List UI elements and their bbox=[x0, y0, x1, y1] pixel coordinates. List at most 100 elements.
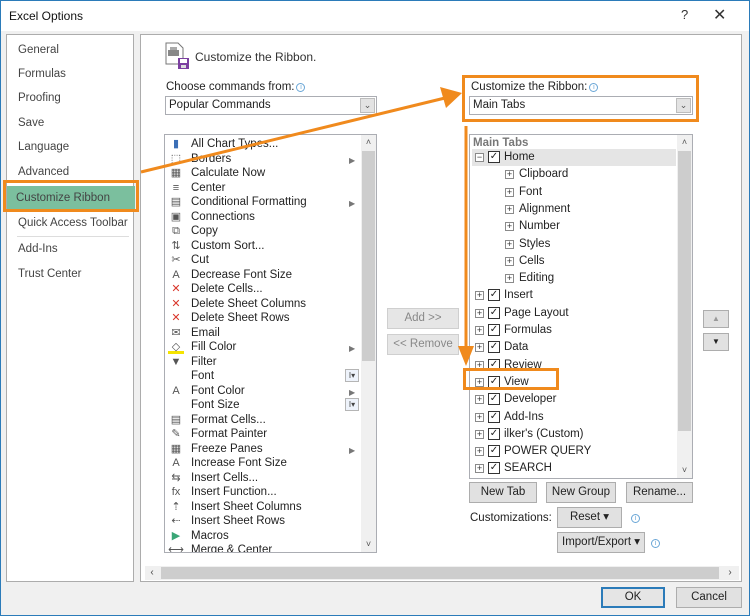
chevron-down-icon[interactable]: ⌄ bbox=[676, 98, 691, 113]
sidebar-item-quick-access-toolbar[interactable]: Quick Access Toolbar bbox=[7, 211, 133, 235]
new-group-button[interactable]: New Group bbox=[546, 482, 616, 503]
ribbon-tabs-tree[interactable]: Main Tabs − ✓ Home + Clipboard + Font + Alignmen… bbox=[469, 134, 693, 479]
tree-tab-item[interactable]: + ✓ SEARCH bbox=[472, 460, 676, 477]
sidebar-item-formulas[interactable]: Formulas bbox=[7, 62, 133, 86]
command-item[interactable]: ▦ Calculate Now bbox=[167, 166, 353, 181]
command-item[interactable]: ▤ Conditional Formatting ▶ bbox=[167, 195, 355, 210]
sidebar-item-trust-center[interactable]: Trust Center bbox=[7, 262, 133, 286]
tab-checkbox[interactable]: ✓ bbox=[488, 289, 500, 302]
sidebar-item-advanced[interactable]: Advanced bbox=[7, 160, 133, 184]
import-export-button[interactable]: Import/Export ▾ bbox=[557, 532, 645, 553]
expand-icon[interactable]: + bbox=[475, 464, 484, 474]
command-item[interactable]: ▶ Macros bbox=[167, 529, 353, 544]
sidebar-item-add-ins[interactable]: Add-Ins bbox=[7, 237, 133, 261]
scroll-up-icon[interactable]: ˄ bbox=[361, 135, 376, 150]
tab-checkbox[interactable]: ✓ bbox=[488, 445, 500, 458]
tab-checkbox[interactable]: ✓ bbox=[488, 306, 500, 319]
move-down-button[interactable]: ▼ bbox=[703, 333, 729, 351]
command-item[interactable]: ▦ Freeze Panes ▶ bbox=[167, 442, 355, 457]
command-item[interactable]: ✕ Delete Sheet Rows bbox=[167, 311, 353, 326]
tree-tab-item[interactable]: + ✓ Insert bbox=[472, 287, 676, 304]
help-button[interactable]: ? bbox=[681, 7, 688, 22]
command-item[interactable]: fx Insert Function... bbox=[167, 485, 353, 500]
tree-group-item[interactable]: + Number bbox=[472, 218, 676, 235]
choose-commands-dropdown[interactable]: Popular Commands ⌄ bbox=[165, 96, 377, 115]
tab-checkbox[interactable]: ✓ bbox=[488, 151, 500, 163]
command-item[interactable]: ▼ Filter bbox=[167, 355, 353, 370]
tab-checkbox[interactable]: ✓ bbox=[488, 410, 500, 423]
expand-icon[interactable]: + bbox=[475, 412, 484, 422]
expand-icon[interactable]: + bbox=[505, 239, 514, 249]
expand-icon[interactable]: + bbox=[505, 187, 514, 197]
command-item[interactable]: ◇ Fill Color ▶ bbox=[167, 340, 355, 355]
tree-group-item[interactable]: + Styles bbox=[472, 236, 676, 253]
command-item[interactable]: ✕ Delete Sheet Columns bbox=[167, 297, 353, 312]
command-item[interactable]: Font I▾ bbox=[167, 369, 359, 384]
tab-checkbox[interactable]: ✓ bbox=[488, 393, 500, 406]
scroll-down-icon[interactable]: ˅ bbox=[361, 537, 376, 552]
tree-tab-item[interactable]: + ✓ Formulas bbox=[472, 322, 676, 339]
commands-list[interactable]: ▮ All Chart Types... ⬚ Borders ▶ ▦ Calculate N… bbox=[164, 134, 377, 553]
sidebar-item-language[interactable]: Language bbox=[7, 135, 133, 159]
command-item[interactable]: A Font Color ▶ bbox=[167, 384, 355, 399]
tree-group-item[interactable]: + Editing bbox=[472, 270, 676, 287]
tree-tab-item[interactable]: + ✓ Add-Ins bbox=[472, 409, 676, 426]
scroll-right-icon[interactable]: › bbox=[723, 566, 737, 580]
add-button[interactable]: Add >> bbox=[387, 308, 459, 329]
command-item[interactable]: Font Size I▾ bbox=[167, 398, 359, 413]
scroll-down-icon[interactable]: ˅ bbox=[677, 463, 692, 478]
scroll-up-icon[interactable]: ˄ bbox=[677, 135, 692, 150]
tree-tab-item[interactable]: + ✓ Data bbox=[472, 339, 676, 356]
command-item[interactable]: ▤ Format Cells... bbox=[167, 413, 353, 428]
expand-icon[interactable]: + bbox=[475, 291, 484, 301]
command-item[interactable]: ▮ All Chart Types... bbox=[167, 137, 353, 152]
expand-icon[interactable]: + bbox=[475, 377, 484, 387]
sidebar-item-proofing[interactable]: Proofing bbox=[7, 86, 133, 110]
collapse-icon[interactable]: − bbox=[475, 153, 484, 162]
tree-tab-item[interactable]: +✓POWERPIVOT bbox=[472, 478, 676, 479]
command-item[interactable]: ⇠ Insert Sheet Rows bbox=[167, 514, 353, 529]
tree-scrollbar[interactable]: ˄ ˅ bbox=[677, 135, 692, 478]
scroll-thumb[interactable] bbox=[161, 567, 719, 579]
tab-checkbox[interactable]: ✓ bbox=[488, 375, 500, 388]
commands-scrollbar[interactable]: ˄ ˅ bbox=[361, 135, 376, 552]
tree-tab-item[interactable]: + ✓ POWER QUERY bbox=[472, 443, 676, 460]
remove-button[interactable]: << Remove bbox=[387, 334, 459, 355]
expand-icon[interactable]: + bbox=[475, 343, 484, 353]
scroll-left-icon[interactable]: ‹ bbox=[145, 566, 159, 580]
chevron-down-icon[interactable]: ⌄ bbox=[360, 98, 375, 113]
expand-icon[interactable]: + bbox=[505, 170, 514, 180]
command-item[interactable]: ⟷ Merge & Center bbox=[167, 543, 353, 552]
new-tab-button[interactable]: New Tab bbox=[469, 482, 537, 503]
tab-checkbox[interactable]: ✓ bbox=[488, 462, 500, 475]
expand-icon[interactable]: + bbox=[475, 326, 484, 335]
command-item[interactable]: ≡ Center bbox=[167, 181, 353, 196]
tree-group-item[interactable]: + Alignment bbox=[472, 201, 676, 218]
rename-button[interactable]: Rename... bbox=[626, 482, 693, 503]
tab-checkbox[interactable]: ✓ bbox=[488, 324, 500, 336]
command-item[interactable]: ⇡ Insert Sheet Columns bbox=[167, 500, 353, 515]
customize-ribbon-dropdown[interactable]: Main Tabs ⌄ bbox=[469, 96, 693, 115]
scroll-thumb[interactable] bbox=[362, 151, 375, 361]
main-horizontal-scrollbar[interactable]: ‹ › bbox=[145, 566, 739, 580]
expand-icon[interactable]: + bbox=[505, 274, 514, 284]
scroll-thumb[interactable] bbox=[678, 151, 691, 431]
expand-icon[interactable]: + bbox=[505, 204, 514, 214]
expand-icon[interactable]: + bbox=[475, 395, 484, 405]
tree-tab-item[interactable]: + ✓ ilker's (Custom) bbox=[472, 426, 676, 443]
reset-button[interactable]: Reset ▾ bbox=[557, 507, 622, 528]
close-button[interactable]: ✕ bbox=[713, 5, 726, 25]
expand-icon[interactable]: + bbox=[475, 360, 484, 370]
expand-icon[interactable]: + bbox=[505, 222, 514, 232]
tree-tab-item[interactable]: − ✓ Home bbox=[472, 149, 676, 166]
tree-group-item[interactable]: + Cells bbox=[472, 253, 676, 270]
command-item[interactable]: ✉ Email bbox=[167, 326, 353, 341]
command-item[interactable]: ⬚ Borders ▶ bbox=[167, 152, 355, 167]
tab-checkbox[interactable]: ✓ bbox=[488, 427, 500, 440]
command-item[interactable]: ✕ Delete Cells... bbox=[167, 282, 353, 297]
command-item[interactable]: ⧉ Copy bbox=[167, 224, 353, 239]
cancel-button[interactable]: Cancel bbox=[676, 587, 742, 608]
sidebar-item-save[interactable]: Save bbox=[7, 111, 133, 135]
tree-group-item[interactable]: + Clipboard bbox=[472, 166, 676, 183]
tab-checkbox[interactable]: ✓ bbox=[488, 341, 500, 354]
